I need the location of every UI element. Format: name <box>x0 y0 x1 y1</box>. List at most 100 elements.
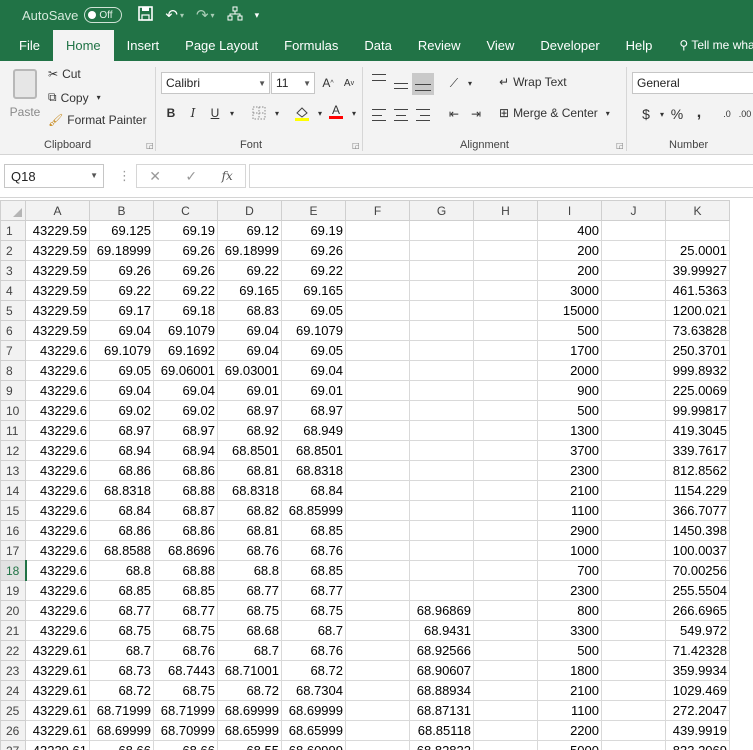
cell-h4[interactable] <box>473 280 538 301</box>
cell-d2[interactable]: 69.18999 <box>217 240 282 261</box>
tree-icon[interactable] <box>227 6 243 25</box>
cell-c22[interactable]: 68.76 <box>153 640 218 661</box>
cell-b7[interactable]: 69.1079 <box>89 340 154 361</box>
cell-e9[interactable]: 69.01 <box>281 380 346 401</box>
tab-file[interactable]: File <box>0 30 53 61</box>
cell-d7[interactable]: 69.04 <box>217 340 282 361</box>
bottom-align-icon[interactable] <box>412 73 434 95</box>
cell-i10[interactable]: 500 <box>537 400 602 421</box>
cell-h13[interactable] <box>473 460 538 481</box>
cell-i23[interactable]: 1800 <box>537 660 602 681</box>
cell-d8[interactable]: 69.03001 <box>217 360 282 381</box>
cell-k23[interactable]: 359.9934 <box>665 660 730 681</box>
decrease-decimal-icon[interactable]: .00 <box>735 104 753 124</box>
cell-j16[interactable] <box>601 520 666 541</box>
cell-h24[interactable] <box>473 680 538 701</box>
cell-c20[interactable]: 68.77 <box>153 600 218 621</box>
cell-f24[interactable] <box>345 680 410 701</box>
cell-a15[interactable]: 43229.6 <box>25 500 90 521</box>
cell-h5[interactable] <box>473 300 538 321</box>
cell-c13[interactable]: 68.86 <box>153 460 218 481</box>
cell-d21[interactable]: 68.68 <box>217 620 282 641</box>
cell-a11[interactable]: 43229.6 <box>25 420 90 441</box>
tab-data[interactable]: Data <box>351 30 404 61</box>
row-header[interactable]: 3 <box>0 260 26 281</box>
cell-c11[interactable]: 68.97 <box>153 420 218 441</box>
cell-c25[interactable]: 68.71999 <box>153 700 218 721</box>
cell-j20[interactable] <box>601 600 666 621</box>
cell-e8[interactable]: 69.04 <box>281 360 346 381</box>
cell-b1[interactable]: 69.125 <box>89 220 154 241</box>
increase-font-icon[interactable]: A ^ <box>318 73 338 93</box>
cell-i24[interactable]: 2100 <box>537 680 602 701</box>
cell-g22[interactable]: 68.92566 <box>409 640 474 661</box>
cell-k1[interactable] <box>665 220 730 241</box>
cell-j14[interactable] <box>601 480 666 501</box>
cell-b12[interactable]: 68.94 <box>89 440 154 461</box>
cell-k5[interactable]: 1200.021 <box>665 300 730 321</box>
cell-c9[interactable]: 69.04 <box>153 380 218 401</box>
cell-k3[interactable]: 39.99927 <box>665 260 730 281</box>
cell-e25[interactable]: 68.69999 <box>281 700 346 721</box>
column-header-h[interactable]: H <box>473 200 538 221</box>
cell-d9[interactable]: 69.01 <box>217 380 282 401</box>
paste-button[interactable]: Paste <box>8 67 42 127</box>
cell-a7[interactable]: 43229.6 <box>25 340 90 361</box>
cell-j18[interactable] <box>601 560 666 581</box>
cell-i7[interactable]: 1700 <box>537 340 602 361</box>
cell-b23[interactable]: 68.73 <box>89 660 154 681</box>
cell-d24[interactable]: 68.72 <box>217 680 282 701</box>
cell-e24[interactable]: 68.7304 <box>281 680 346 701</box>
cell-e12[interactable]: 68.8501 <box>281 440 346 461</box>
cell-i9[interactable]: 900 <box>537 380 602 401</box>
undo-dropdown-icon[interactable]: ▾ <box>180 11 184 20</box>
cell-f2[interactable] <box>345 240 410 261</box>
cell-i2[interactable]: 200 <box>537 240 602 261</box>
cell-b15[interactable]: 68.84 <box>89 500 154 521</box>
cell-h8[interactable] <box>473 360 538 381</box>
cell-c1[interactable]: 69.19 <box>153 220 218 241</box>
cell-g12[interactable] <box>409 440 474 461</box>
redo-icon[interactable]: ↷ <box>196 6 209 24</box>
cell-h20[interactable] <box>473 600 538 621</box>
cell-f5[interactable] <box>345 300 410 321</box>
cell-a14[interactable]: 43229.6 <box>25 480 90 501</box>
cell-b20[interactable]: 68.77 <box>89 600 154 621</box>
cell-a1[interactable]: 43229.59 <box>25 220 90 241</box>
cell-h12[interactable] <box>473 440 538 461</box>
cell-i1[interactable]: 400 <box>537 220 602 241</box>
row-header[interactable]: 12 <box>0 440 26 461</box>
cell-d16[interactable]: 68.81 <box>217 520 282 541</box>
cell-h26[interactable] <box>473 720 538 741</box>
cell-a25[interactable]: 43229.61 <box>25 700 90 721</box>
cell-j11[interactable] <box>601 420 666 441</box>
cell-b8[interactable]: 69.05 <box>89 360 154 381</box>
cell-c3[interactable]: 69.26 <box>153 260 218 281</box>
cell-j3[interactable] <box>601 260 666 281</box>
cell-c23[interactable]: 68.7443 <box>153 660 218 681</box>
cell-d22[interactable]: 68.7 <box>217 640 282 661</box>
font-color-icon[interactable]: A <box>326 101 346 121</box>
cell-e16[interactable]: 68.85 <box>281 520 346 541</box>
cell-g9[interactable] <box>409 380 474 401</box>
tab-view[interactable]: View <box>473 30 527 61</box>
cell-k25[interactable]: 272.2047 <box>665 700 730 721</box>
cell-j13[interactable] <box>601 460 666 481</box>
cell-k15[interactable]: 366.7077 <box>665 500 730 521</box>
cell-a18[interactable]: 43229.6 <box>25 560 90 581</box>
cell-b13[interactable]: 68.86 <box>89 460 154 481</box>
copy-button[interactable]: ⧉ Copy ▾ <box>48 90 101 105</box>
column-header-b[interactable]: B <box>89 200 154 221</box>
cell-j21[interactable] <box>601 620 666 641</box>
cell-e14[interactable]: 68.84 <box>281 480 346 501</box>
cell-b25[interactable]: 68.71999 <box>89 700 154 721</box>
cell-b3[interactable]: 69.26 <box>89 260 154 281</box>
row-header[interactable]: 14 <box>0 480 26 501</box>
cell-e2[interactable]: 69.26 <box>281 240 346 261</box>
format-painter-button[interactable]: 🖌 Format Painter <box>48 113 147 127</box>
tab-formulas[interactable]: Formulas <box>271 30 351 61</box>
cell-b24[interactable]: 68.72 <box>89 680 154 701</box>
cell-c19[interactable]: 68.85 <box>153 580 218 601</box>
cell-a27[interactable]: 43229.61 <box>25 740 90 750</box>
cell-f12[interactable] <box>345 440 410 461</box>
